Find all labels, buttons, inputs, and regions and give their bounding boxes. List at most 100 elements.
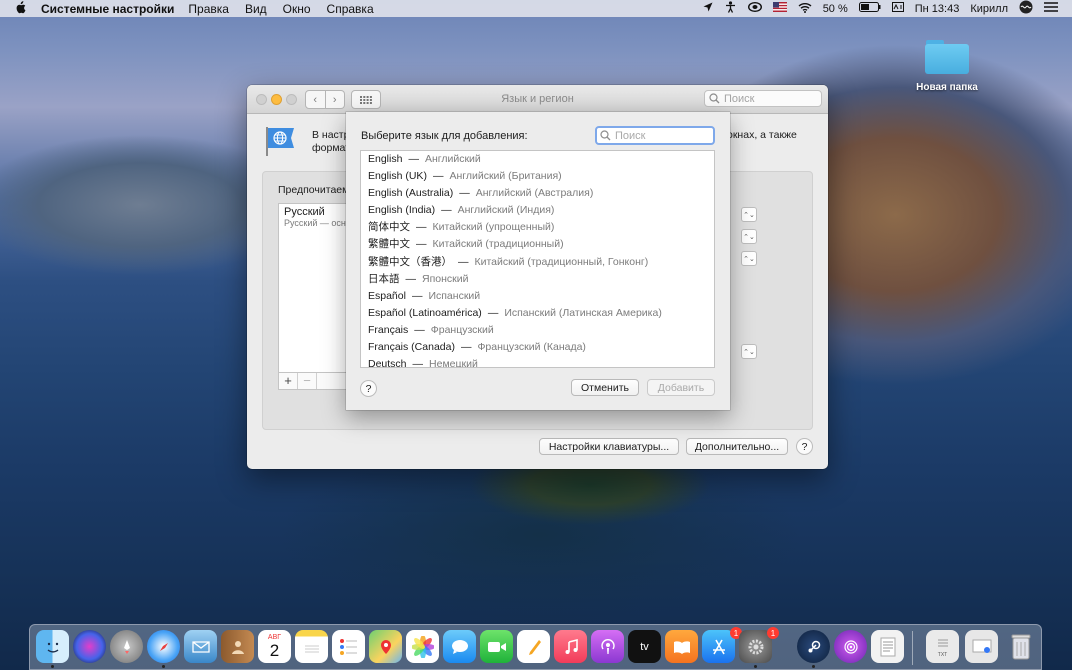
flag-us-icon[interactable] — [772, 2, 787, 15]
document-icon — [937, 639, 948, 646]
list-item[interactable]: English — Английский — [361, 151, 714, 168]
menu-clock[interactable]: Пн 13:43 — [915, 3, 960, 15]
steam-icon[interactable] — [797, 630, 830, 663]
system-preferences-badge: 1 — [767, 627, 779, 639]
battery-percent[interactable]: 50 % — [823, 3, 848, 15]
tor-browser-icon[interactable] — [834, 630, 867, 663]
menu-extras: 50 % Пн 13:43 Кирилл — [703, 0, 1058, 17]
keyboard-settings-button[interactable]: Настройки клавиатуры... — [539, 438, 679, 455]
pages-icon[interactable] — [517, 630, 550, 663]
folder-icon — [924, 38, 970, 74]
textedit-icon[interactable] — [871, 630, 904, 663]
wifi-icon[interactable] — [798, 2, 812, 16]
list-item[interactable]: 日本語 — Японский — [361, 271, 714, 288]
safari-icon[interactable] — [147, 630, 180, 663]
sheet-search-field[interactable]: Поиск — [595, 126, 715, 145]
language-name: Русский — [284, 206, 325, 218]
podcasts-icon[interactable] — [591, 630, 624, 663]
menu-user[interactable]: Кирилл — [970, 3, 1008, 15]
window-search-placeholder: Поиск — [724, 92, 755, 105]
chevron-updown-icon: ⌃⌄ — [743, 348, 755, 356]
battery-icon[interactable] — [858, 2, 881, 15]
facetime-icon[interactable] — [480, 630, 513, 663]
list-item[interactable]: Deutsch — Немецкий — [361, 356, 714, 367]
running-indicator — [754, 665, 757, 668]
notes-icon[interactable] — [295, 630, 328, 663]
apple-tv-icon[interactable]: tv — [628, 630, 661, 663]
contacts-icon[interactable] — [221, 630, 254, 663]
siri-icon[interactable] — [73, 630, 106, 663]
dock: АВГ 2 tv 1 1 TXT — [29, 624, 1042, 670]
text-order-popup-button[interactable]: ⌃⌄ — [741, 344, 757, 359]
list-item[interactable]: English (UK) — Английский (Британия) — [361, 168, 714, 185]
list-item[interactable]: English (Australia) — Английский (Австрали… — [361, 185, 714, 202]
desktop-folder[interactable]: Новая папка — [913, 38, 981, 93]
apple-tv-label: tv — [640, 640, 649, 653]
sheet-help-button[interactable]: ? — [360, 380, 377, 397]
intro-text-right: окнах, а также — [727, 129, 797, 141]
add-button[interactable]: Добавить — [647, 379, 715, 396]
siri-icon[interactable] — [1019, 0, 1033, 17]
advanced-button[interactable]: Дополнительно... — [686, 438, 788, 455]
list-item[interactable]: English (India) — Английский (Индия) — [361, 202, 714, 219]
finder-icon[interactable] — [36, 630, 69, 663]
running-indicator — [51, 665, 54, 668]
help-button[interactable]: ? — [796, 438, 813, 455]
sheet-search-placeholder: Поиск — [615, 129, 646, 142]
menu-bar: Системные настройки Правка Вид Окно Спра… — [0, 0, 1072, 17]
location-arrow-icon[interactable] — [703, 2, 713, 15]
dock-separator — [912, 631, 913, 665]
list-item[interactable]: 简体中文 — Китайский (упрощенный) — [361, 219, 714, 236]
add-language-sheet: Выберите язык для добавления: Поиск Engl… — [346, 112, 730, 410]
folder-label: Новая папка — [916, 82, 978, 93]
first-day-popup-button[interactable]: ⌃⌄ — [741, 229, 757, 244]
calendar-day: 2 — [269, 640, 280, 660]
calendar-popup-button[interactable]: ⌃⌄ — [741, 251, 757, 266]
apple-menu-icon[interactable] — [12, 0, 28, 17]
photos-icon[interactable] — [406, 630, 439, 663]
sheet-prompt: Выберите язык для добавления: — [361, 130, 528, 142]
remove-language-button[interactable]: − — [298, 373, 317, 389]
chevron-updown-icon: ⌃⌄ — [743, 211, 755, 219]
txt-file-icon[interactable]: TXT — [926, 630, 959, 663]
list-item[interactable]: Français (Canada) — Французский (Канада) — [361, 339, 714, 356]
books-icon[interactable] — [665, 630, 698, 663]
chevron-updown-icon: ⌃⌄ — [743, 255, 755, 263]
list-item[interactable]: 繁體中文 — Китайский (традиционный) — [361, 236, 714, 253]
cancel-button[interactable]: Отменить — [571, 379, 639, 396]
messages-icon[interactable] — [443, 630, 476, 663]
menu-window[interactable]: Окно — [283, 2, 311, 16]
menu-help[interactable]: Справка — [327, 2, 374, 16]
running-indicator — [162, 665, 165, 668]
trash-icon[interactable] — [1004, 630, 1037, 663]
creative-cloud-icon[interactable] — [747, 1, 762, 15]
control-menu-icon[interactable] — [1044, 2, 1058, 15]
reminders-icon[interactable] — [332, 630, 365, 663]
accessibility-icon[interactable] — [724, 1, 737, 16]
calendar-icon[interactable]: АВГ 2 — [258, 630, 291, 663]
search-icon — [709, 93, 720, 104]
list-item[interactable]: Español — Испанский — [361, 288, 714, 305]
list-item[interactable]: Español (Latinoamérica) — Испанский (Латин… — [361, 305, 714, 322]
maps-icon[interactable] — [369, 630, 402, 663]
mail-icon[interactable] — [184, 630, 217, 663]
input-source-icon[interactable] — [891, 2, 904, 15]
add-language-button[interactable]: + — [279, 373, 298, 389]
launchpad-icon[interactable] — [110, 630, 143, 663]
window-search-field[interactable]: Поиск — [704, 90, 822, 107]
search-icon — [600, 130, 611, 141]
music-icon[interactable] — [554, 630, 587, 663]
txt-file-label: TXT — [937, 651, 948, 658]
menu-view[interactable]: Вид — [245, 2, 267, 16]
downloads-stack-icon[interactable] — [965, 630, 998, 663]
available-languages-list[interactable]: English — Английский English (UK) — Английск… — [360, 150, 715, 368]
language-region-icon — [264, 125, 296, 157]
menu-edit[interactable]: Правка — [188, 2, 229, 16]
menu-app-name[interactable]: Системные настройки — [41, 2, 174, 16]
language-subtitle: Русский — осно — [284, 218, 351, 228]
list-item[interactable]: 繁體中文（香港） — Китайский (традиционный, Гонкон… — [361, 254, 714, 271]
title-bar: ‹ › Язык и регион Поиск — [247, 85, 828, 114]
region-popup-button[interactable]: ⌃⌄ — [741, 207, 757, 222]
list-item[interactable]: Français — Французский — [361, 322, 714, 339]
chevron-updown-icon: ⌃⌄ — [743, 233, 755, 241]
